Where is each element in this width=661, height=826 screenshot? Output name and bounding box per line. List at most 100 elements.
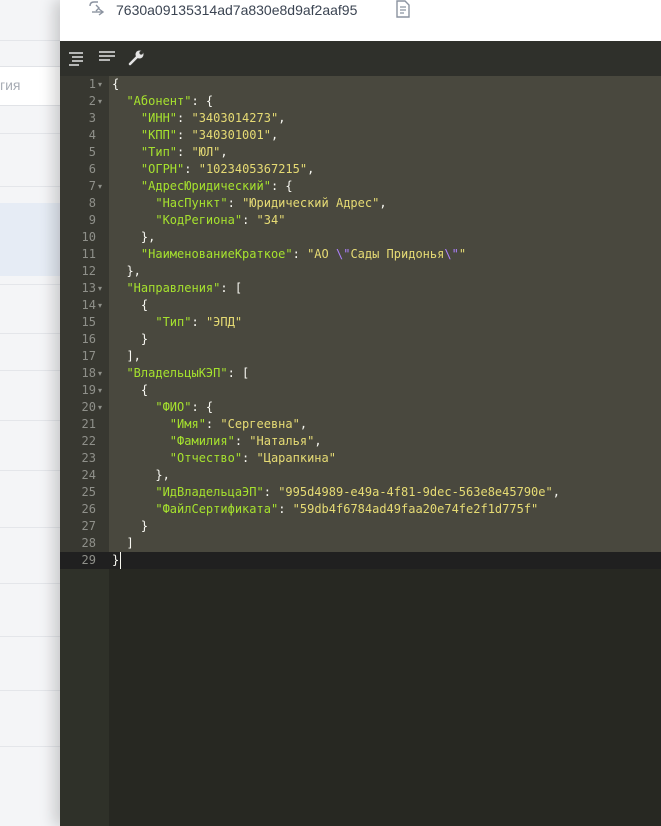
fold-toggle-icon[interactable]: ▾ — [98, 280, 102, 297]
json-punctuation: : — [263, 485, 279, 499]
json-punctuation: : [ — [220, 281, 243, 295]
fold-toggle-icon[interactable]: ▾ — [98, 76, 102, 93]
json-key: "Имя" — [169, 417, 206, 431]
code-line: 24 }, — [60, 467, 661, 484]
fold-toggle-icon[interactable]: ▾ — [98, 365, 102, 382]
line-number: 1 — [88, 77, 96, 91]
json-punctuation: , — [379, 196, 387, 210]
json-key: "ФайлСертификата" — [155, 502, 279, 516]
panel-header: 7630a09135314ad7a830e8d9af2aaf95 — [60, 0, 661, 41]
line-number: 19 — [81, 383, 96, 397]
line-number: 10 — [81, 230, 96, 244]
json-string: "1023405367215" — [198, 162, 308, 176]
fold-toggle-icon[interactable]: ▾ — [98, 382, 102, 399]
json-string: "Наталья" — [249, 434, 315, 448]
line-number: 12 — [81, 264, 96, 278]
line-number: 29 — [81, 553, 96, 567]
fold-toggle-icon[interactable]: ▾ — [98, 93, 102, 110]
code-line: 1 ▾ { — [60, 76, 661, 93]
json-key: "ФИО" — [155, 400, 192, 414]
fold-toggle-icon[interactable]: ▾ — [98, 178, 102, 195]
line-number: 2 — [88, 94, 96, 108]
json-key: "Тип" — [140, 145, 178, 159]
json-string: "995d4989-e49a-4f81-9dec-563e8e45790e" — [278, 485, 553, 499]
json-escape: \" — [335, 247, 351, 261]
code-text: ], — [112, 348, 141, 365]
json-punctuation: ], — [126, 349, 141, 363]
json-punctuation: , — [220, 145, 228, 159]
copy-icon[interactable] — [393, 0, 413, 20]
code-text: "Тип": "ЮЛ", — [112, 144, 228, 161]
line-number: 17 — [81, 349, 96, 363]
json-punctuation: : — [191, 315, 206, 329]
fold-toggle-icon[interactable]: ▾ — [98, 399, 102, 416]
line-number: 20 — [81, 400, 96, 414]
line-number: 27 — [81, 519, 96, 533]
json-key: "Направления" — [126, 281, 221, 295]
json-punctuation: , — [307, 162, 315, 176]
bg-divider — [0, 420, 60, 421]
json-string: Сады Придонья — [350, 247, 445, 261]
code-editor[interactable]: 1 ▾{2 ▾ "Абонент": {3 "ИНН": "3403014273",… — [60, 76, 661, 826]
bg-divider — [0, 746, 60, 747]
code-text: "НаименованиеКраткое": "АО \"Сады Придон… — [112, 246, 466, 263]
json-punctuation: { — [140, 298, 149, 312]
code-line: 11 "НаименованиеКраткое": "АО \"Сады При… — [60, 246, 661, 263]
json-string: "АО — [307, 247, 336, 261]
json-key: "КПП" — [140, 128, 178, 142]
json-escape: \" — [444, 247, 459, 261]
code-line: 20 ▾ "ФИО": { — [60, 399, 661, 416]
code-line: 14 ▾ { — [60, 297, 661, 314]
code-line: 4 "КПП": "340301001", — [60, 127, 661, 144]
line-number: 24 — [81, 468, 96, 482]
code-text: } — [112, 552, 119, 569]
code-line: 28 ] — [60, 535, 661, 552]
code-line: 18 ▾ "ВладельцыКЭП": [ — [60, 365, 661, 382]
bg-divider — [0, 40, 60, 41]
line-number: 18 — [81, 366, 96, 380]
code-text: "КПП": "340301001", — [112, 127, 278, 144]
bg-selected-row[interactable] — [0, 203, 60, 276]
bg-divider — [0, 583, 60, 584]
code-line: 12 }, — [60, 263, 661, 280]
json-key: "Тип" — [155, 315, 192, 329]
json-punctuation: : — [242, 451, 257, 465]
compact-icon[interactable] — [98, 49, 118, 67]
bg-divider — [0, 527, 60, 528]
json-string: "340301001" — [191, 128, 271, 142]
line-number: 5 — [88, 145, 96, 159]
json-key: "Абонент" — [126, 94, 192, 108]
json-punctuation: }, — [155, 468, 170, 482]
code-line: 19 ▾ { — [60, 382, 661, 399]
json-punctuation: : — [227, 196, 243, 210]
code-text: "ФИО": { — [112, 399, 213, 416]
json-punctuation: : — [278, 502, 293, 516]
code-line: 15 "Тип": "ЭПД" — [60, 314, 661, 331]
code-text: "АдресЮридический": { — [112, 178, 293, 195]
code-text: "Абонент": { — [112, 93, 213, 110]
json-punctuation: , — [299, 417, 308, 431]
code-line: 29} — [60, 552, 661, 569]
line-number: 15 — [81, 315, 96, 329]
json-punctuation: : — [205, 417, 221, 431]
code-text: ] — [112, 535, 134, 552]
json-punctuation: : — [184, 162, 199, 176]
wrench-icon[interactable] — [127, 49, 147, 67]
format-icon[interactable] — [67, 49, 87, 67]
bg-divider — [0, 186, 60, 187]
code-text: { — [112, 297, 148, 314]
line-number: 28 — [81, 536, 96, 550]
json-punctuation: : { — [191, 94, 214, 108]
code-line: 23 "Отчество": "Царапкина" — [60, 450, 661, 467]
line-number: 14 — [81, 298, 96, 312]
json-key: "КодРегиона" — [155, 213, 243, 227]
code-text: "Имя": "Сергеевна", — [112, 416, 307, 433]
document-id: 7630a09135314ad7a830e8d9af2aaf95 — [116, 2, 358, 18]
json-punctuation: ] — [126, 536, 134, 550]
line-number: 21 — [81, 417, 96, 431]
line-number: 16 — [81, 332, 96, 346]
fold-toggle-icon[interactable]: ▾ — [98, 297, 102, 314]
link-icon[interactable] — [87, 0, 107, 20]
json-punctuation: , — [270, 128, 279, 142]
bg-divider — [0, 470, 60, 471]
